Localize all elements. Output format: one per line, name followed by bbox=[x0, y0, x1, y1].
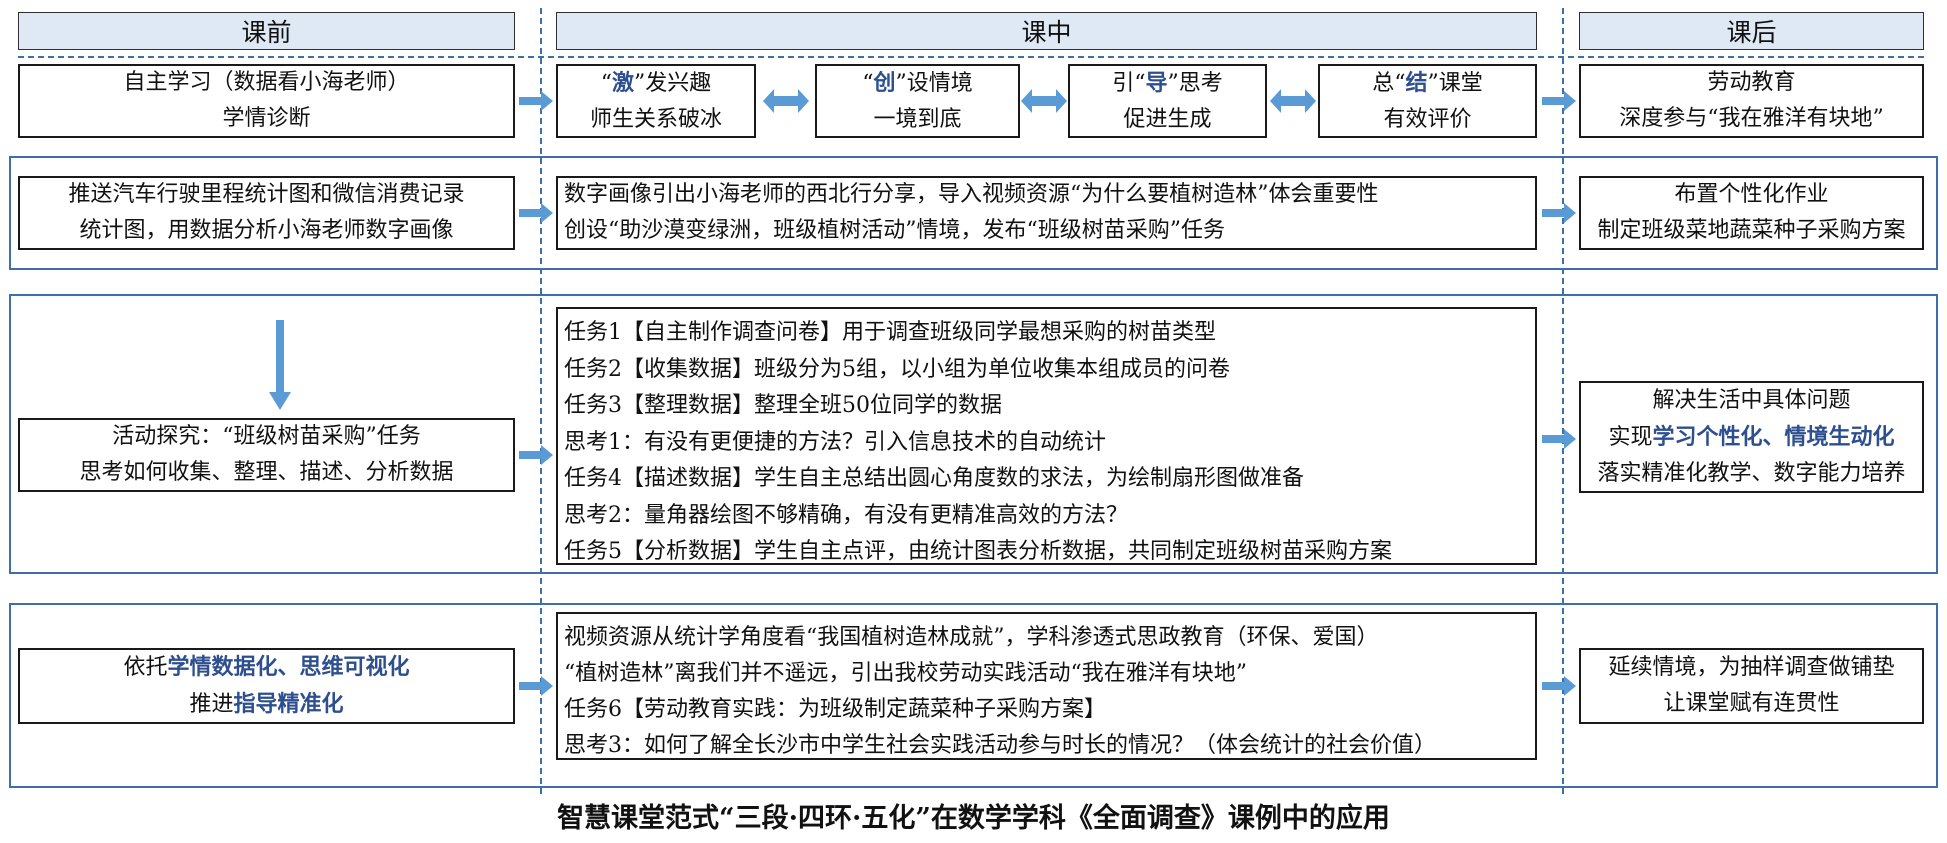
activity-inquiry-line1: 活动探究：“班级树苗采购”任务 bbox=[112, 424, 421, 449]
header-after: 课后 bbox=[1579, 12, 1924, 50]
data-driven-box: 依托学情数据化、思维可视化 推进指导精准化 bbox=[18, 648, 515, 724]
solve-problems-highlight: 学习个性化、情境生动化 bbox=[1652, 423, 1895, 450]
down-arrow-icon bbox=[269, 320, 291, 410]
stage-line2-create: 一境到底 bbox=[873, 106, 962, 132]
stage-key-create: 创 bbox=[873, 69, 896, 96]
data-driven-line2: 推进指导精准化 bbox=[189, 691, 344, 717]
self-study-line1: 自主学习（数据看小海老师） bbox=[123, 70, 410, 95]
solve-problems-line1: 解决生活中具体问题 bbox=[1652, 387, 1851, 413]
data-driven-highlight-1: 学情数据化、思维可视化 bbox=[167, 654, 410, 680]
right-arrow-icon bbox=[519, 203, 553, 223]
right-arrow-icon bbox=[519, 445, 553, 465]
extension-task-box: 视频资源从统计学角度看“我国植树造林成就”，学科渗透式思政教育（环保、爱国） “… bbox=[556, 612, 1537, 760]
right-arrow-icon bbox=[1542, 429, 1576, 449]
extension-item: 任务6【劳动教育实践：为班级制定蔬菜种子采购方案】 bbox=[564, 697, 1106, 722]
header-during-label: 课中 bbox=[1021, 18, 1072, 47]
labor-line1: 劳动教育 bbox=[1707, 70, 1796, 95]
data-driven-highlight-2: 指导精准化 bbox=[233, 691, 344, 717]
task-item: 任务4【描述数据】学生自主总结出圆心角度数的求法，为绘制扇形图做准备 bbox=[564, 466, 1304, 491]
extension-item: 思考3：如何了解全长沙市中学生社会实践活动参与时长的情况？（体会统计的社会价值） bbox=[564, 733, 1436, 758]
stage-key-summarize: 结 bbox=[1405, 69, 1428, 96]
think-item: 思考2：量角器绘图不够精确，有没有更精准高效的方法？ bbox=[564, 502, 1128, 528]
header-after-label: 课后 bbox=[1726, 18, 1777, 47]
labor-education-box: 劳动教育 深度参与“我在雅洋有块地” bbox=[1579, 64, 1924, 138]
task-item: 任务2【收集数据】班级分为5组，以小组为单位收集本组成员的问卷 bbox=[564, 356, 1230, 382]
continue-context-line2: 让课堂赋有连贯性 bbox=[1663, 691, 1840, 716]
header-during: 课中 bbox=[556, 12, 1537, 50]
self-study-line2: 学情诊断 bbox=[222, 106, 311, 131]
push-charts-line1: 推送汽车行驶里程统计图和微信消费记录 bbox=[68, 182, 465, 207]
stage-line2-stimulate: 师生关系破冰 bbox=[589, 106, 722, 132]
personal-homework-box: 布置个性化作业 制定班级菜地蔬菜种子采购方案 bbox=[1579, 176, 1924, 250]
right-arrow-icon bbox=[1542, 676, 1576, 696]
task-list-box: 任务1【自主制作调查问卷】用于调查班级同学最想采购的树苗类型 任务2【收集数据】… bbox=[556, 307, 1537, 565]
stage-key-stimulate: 激 bbox=[611, 69, 634, 96]
task-item: 任务3【整理数据】整理全班50位同学的数据 bbox=[564, 393, 1002, 418]
personal-homework-line2: 制定班级菜地蔬菜种子采购方案 bbox=[1597, 218, 1906, 243]
header-before-label: 课前 bbox=[241, 18, 292, 47]
figure-caption: 智慧课堂范式“三段·四环·五化”在数学学科《全面调查》课例中的应用 bbox=[557, 803, 1390, 834]
data-driven-line1: 依托学情数据化、思维可视化 bbox=[123, 654, 410, 680]
header-before: 课前 bbox=[18, 12, 515, 50]
task-item: 任务5【分析数据】学生自主点评，由统计图表分析数据，共同制定班级树苗采购方案 bbox=[564, 539, 1392, 564]
stage-box-create: “创”设情境 一境到底 bbox=[815, 64, 1020, 138]
stage-box-guide: 引“导”思考 促进生成 bbox=[1068, 64, 1267, 138]
stage-box-summarize: 总“结”课堂 有效评价 bbox=[1318, 64, 1537, 138]
double-arrow-icon bbox=[1270, 89, 1316, 113]
double-arrow-icon bbox=[763, 89, 809, 113]
stage-box-stimulate: “激”发兴趣 师生关系破冰 bbox=[556, 64, 756, 138]
solve-problems-line2: 实现学习个性化、情境生动化 bbox=[1608, 423, 1895, 450]
right-arrow-icon bbox=[519, 676, 553, 696]
digital-portrait-line2: 创设“助沙漠变绿洲，班级植树活动”情境，发布“班级树苗采购”任务 bbox=[564, 218, 1225, 243]
push-charts-line2: 统计图，用数据分析小海老师数字画像 bbox=[79, 218, 454, 243]
continue-context-line1: 延续情境，为抽样调查做铺垫 bbox=[1608, 655, 1895, 680]
right-arrow-icon bbox=[1542, 91, 1576, 111]
think-item: 思考1：有没有更便捷的方法？引入信息技术的自动统计 bbox=[564, 429, 1106, 455]
double-arrow-icon bbox=[1021, 89, 1067, 113]
extension-item: 视频资源从统计学角度看“我国植树造林成就”，学科渗透式思政教育（环保、爱国） bbox=[564, 625, 1379, 650]
task-item: 任务1【自主制作调查问卷】用于调查班级同学最想采购的树苗类型 bbox=[564, 320, 1216, 345]
stage-key-guide: 导 bbox=[1145, 69, 1168, 96]
extension-item: “植树造林”离我们并不遥远，引出我校劳动实践活动“我在雅洋有块地” bbox=[564, 661, 1247, 686]
activity-inquiry-line2: 思考如何收集、整理、描述、分析数据 bbox=[79, 460, 454, 485]
continue-context-box: 延续情境，为抽样调查做铺垫 让课堂赋有连贯性 bbox=[1579, 648, 1924, 724]
header-divider-line bbox=[18, 56, 1924, 58]
labor-line2: 深度参与“我在雅洋有块地” bbox=[1619, 106, 1884, 131]
right-arrow-icon bbox=[519, 91, 553, 111]
digital-portrait-box: 数字画像引出小海老师的西北行分享，导入视频资源“为什么要植树造林”体会重要性 创… bbox=[556, 176, 1537, 250]
solve-problems-line3: 落实精准化教学、数字能力培养 bbox=[1597, 460, 1906, 486]
digital-portrait-line1: 数字画像引出小海老师的西北行分享，导入视频资源“为什么要植树造林”体会重要性 bbox=[564, 182, 1379, 207]
activity-inquiry-box: 活动探究：“班级树苗采购”任务 思考如何收集、整理、描述、分析数据 bbox=[18, 418, 515, 492]
stage-line2-summarize: 有效评价 bbox=[1383, 106, 1472, 132]
self-study-box: 自主学习（数据看小海老师） 学情诊断 bbox=[18, 64, 515, 138]
push-charts-box: 推送汽车行驶里程统计图和微信消费记录 统计图，用数据分析小海老师数字画像 bbox=[18, 176, 515, 250]
right-arrow-icon bbox=[1542, 203, 1576, 223]
stage-line2-guide: 促进生成 bbox=[1123, 106, 1212, 132]
personal-homework-line1: 布置个性化作业 bbox=[1674, 182, 1829, 207]
solve-problems-box: 解决生活中具体问题 实现学习个性化、情境生动化 落实精准化教学、数字能力培养 bbox=[1579, 381, 1924, 493]
